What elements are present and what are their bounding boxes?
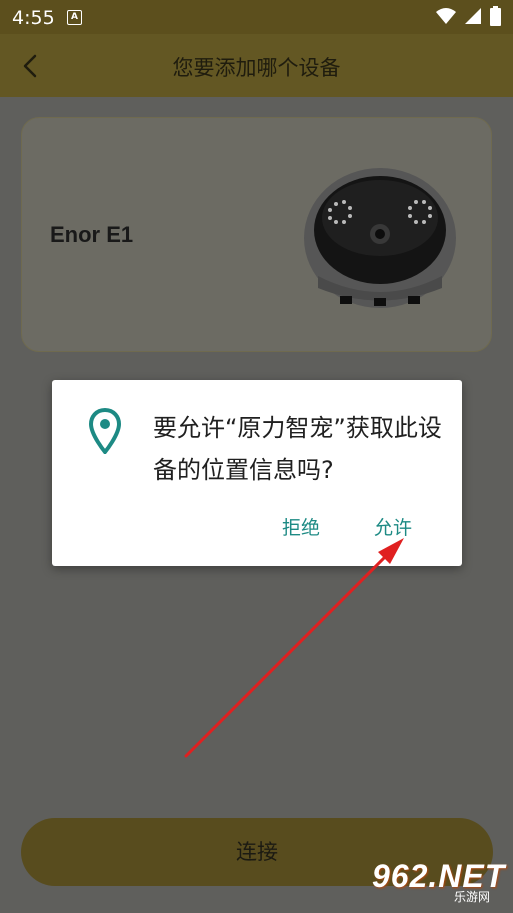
- location-permission-dialog: 要允许“原力智宠”获取此设备的位置信息吗? 拒绝 允许: [52, 380, 462, 566]
- device-name: Enor E1: [50, 222, 134, 247]
- watermark-logo: 962.NET 乐游网: [372, 858, 508, 906]
- device-card[interactable]: Enor E1: [21, 117, 492, 352]
- app-bar: 您要添加哪个设备: [0, 34, 513, 97]
- deny-button[interactable]: 拒绝: [282, 513, 320, 540]
- watermark-subtitle: 乐游网: [454, 890, 491, 904]
- battery-icon: [490, 6, 501, 26]
- location-pin-icon: [89, 408, 121, 454]
- page-title: 您要添加哪个设备: [172, 56, 341, 80]
- status-icons: [436, 6, 501, 26]
- robot-camera-image: [304, 168, 456, 308]
- status-time: 4:55: [12, 7, 55, 29]
- wifi-icon: [436, 8, 456, 24]
- dialog-message: 要允许“原力智宠”获取此设备的位置信息吗?: [153, 414, 442, 484]
- signal-icon: [465, 8, 481, 24]
- status-bar: 4:55 A: [0, 0, 513, 34]
- text-a-icon: A: [67, 10, 82, 25]
- allow-button[interactable]: 允许: [374, 513, 412, 540]
